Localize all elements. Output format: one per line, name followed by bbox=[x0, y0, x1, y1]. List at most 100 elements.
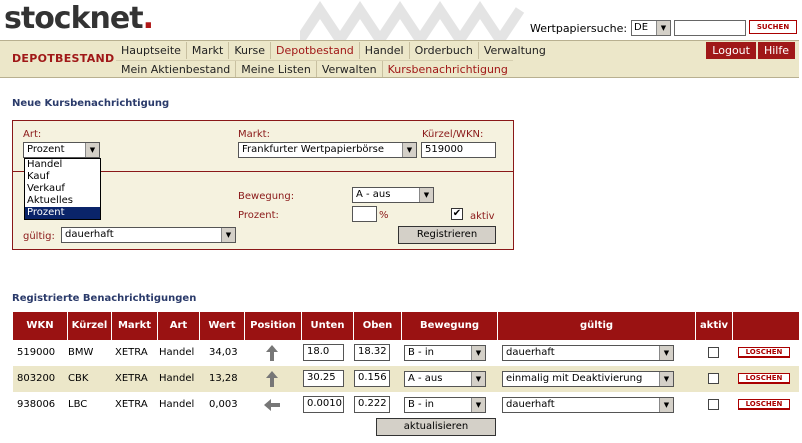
wkn-label: Kürzel/WKN: bbox=[422, 129, 484, 140]
art-option[interactable]: Verkauf bbox=[25, 183, 100, 195]
art-label: Art: bbox=[23, 129, 42, 140]
markt-label: Markt: bbox=[238, 129, 270, 140]
oben-input[interactable]: 0.222 bbox=[354, 396, 390, 413]
nav-secondary: Mein Aktienbestand Meine Listen Verwalten K… bbox=[116, 60, 513, 77]
subnav-item-kursbenachrichtigung[interactable]: Kursbenachrichtigung bbox=[381, 61, 513, 77]
unten-input[interactable]: 0.0010 bbox=[303, 396, 344, 413]
markt-cell: XETRA bbox=[115, 347, 148, 358]
column-header: Oben bbox=[354, 312, 402, 340]
column-header: Markt bbox=[112, 312, 158, 340]
bewegung-select[interactable]: A - aus ▼ bbox=[352, 187, 434, 203]
search-button[interactable]: SUCHEN bbox=[749, 20, 797, 34]
aktiv-row-checkbox[interactable] bbox=[708, 399, 719, 410]
wkn-cell: 519000 bbox=[17, 347, 56, 358]
kuerzel-cell: BMW bbox=[68, 347, 94, 358]
main-navbar: DEPOTBESTAND Hauptseite Markt Kurse Depotbe… bbox=[0, 40, 799, 78]
prozent-input[interactable] bbox=[352, 206, 377, 222]
watermark-decoration bbox=[300, 0, 525, 40]
aktiv-label: aktiv bbox=[470, 211, 495, 222]
column-header: WKN bbox=[13, 312, 68, 340]
nav-item-verwaltung[interactable]: Verwaltung bbox=[477, 42, 551, 59]
wkn-cell: 938006 bbox=[17, 399, 56, 410]
chevron-down-icon: ▼ bbox=[471, 398, 485, 412]
column-header: Art bbox=[158, 312, 200, 340]
aktiv-row-checkbox[interactable] bbox=[708, 347, 719, 358]
aktiv-checkbox[interactable]: ✔ bbox=[451, 208, 463, 220]
art-option[interactable]: Aktuelles bbox=[25, 195, 100, 207]
art-cell: Handel bbox=[159, 347, 195, 358]
art-option[interactable]: Prozent bbox=[25, 207, 100, 219]
delete-button[interactable]: LÖSCHEN bbox=[738, 399, 790, 410]
oben-input[interactable]: 18.32 bbox=[354, 344, 390, 361]
form-title: Neue Kursbenachrichtigung bbox=[12, 98, 170, 109]
markt-cell: XETRA bbox=[115, 399, 148, 410]
wert-cell: 34,03 bbox=[209, 347, 238, 358]
delete-button[interactable]: LÖSCHEN bbox=[738, 347, 790, 358]
wkn-input[interactable]: 519000 bbox=[421, 142, 496, 158]
column-header: Position bbox=[245, 312, 302, 340]
unten-input[interactable]: 18.0 bbox=[303, 344, 344, 361]
column-header: Wert bbox=[200, 312, 245, 340]
chevron-down-icon: ▼ bbox=[659, 398, 673, 412]
subnav-item-meine-listen[interactable]: Meine Listen bbox=[235, 61, 316, 77]
markt-select[interactable]: Frankfurter Wertpapierbörse ▼ bbox=[238, 142, 417, 158]
up-arrow-icon bbox=[263, 370, 281, 388]
gueltig-row-select[interactable]: einmalig mit Deaktivierung ▼ bbox=[502, 371, 674, 387]
gueltig-select[interactable]: dauerhaft ▼ bbox=[61, 227, 236, 243]
oben-input[interactable]: 0.156 bbox=[354, 370, 390, 387]
chevron-down-icon: ▼ bbox=[221, 228, 235, 242]
country-select[interactable]: DE ▼ bbox=[631, 20, 671, 36]
register-button[interactable]: Registrieren bbox=[398, 226, 496, 244]
nav-item-depotbestand[interactable]: Depotbestand bbox=[270, 42, 359, 59]
gueltig-label: gültig: bbox=[23, 231, 55, 242]
art-cell: Handel bbox=[159, 373, 195, 384]
stocknet-logo[interactable]: stocknet. bbox=[4, 2, 154, 36]
column-header: Unten bbox=[302, 312, 354, 340]
markt-cell: XETRA bbox=[115, 373, 148, 384]
bewegung-row-select[interactable]: A - aus ▼ bbox=[404, 371, 486, 387]
aktiv-row-checkbox[interactable] bbox=[708, 373, 719, 384]
art-option[interactable]: Kauf bbox=[25, 171, 100, 183]
refresh-button[interactable]: aktualisieren bbox=[376, 418, 496, 436]
search-label: Wertpapiersuche: bbox=[530, 22, 628, 35]
bewegung-row-select[interactable]: B - in ▼ bbox=[404, 397, 486, 413]
logout-button[interactable]: Logout bbox=[706, 42, 756, 59]
gueltig-row-select[interactable]: dauerhaft ▼ bbox=[502, 397, 674, 413]
bewegung-label: Bewegung: bbox=[238, 191, 295, 202]
subnav-item-mein-aktienbestand[interactable]: Mein Aktienbestand bbox=[116, 61, 235, 77]
chevron-down-icon: ▼ bbox=[85, 143, 99, 157]
search-input[interactable] bbox=[674, 20, 746, 36]
wert-cell: 13,28 bbox=[209, 373, 238, 384]
art-cell: Handel bbox=[159, 399, 195, 410]
nav-item-markt[interactable]: Markt bbox=[185, 42, 228, 59]
column-header: Kürzel bbox=[68, 312, 112, 340]
prozent-label: Prozent: bbox=[238, 210, 279, 221]
column-header: gültig bbox=[498, 312, 696, 340]
gueltig-row-select[interactable]: dauerhaft ▼ bbox=[502, 345, 674, 361]
table-title: Registrierte Benachrichtigungen bbox=[12, 293, 197, 304]
column-header: Bewegung bbox=[402, 312, 498, 340]
chevron-down-icon: ▼ bbox=[402, 143, 416, 157]
subnav-item-verwalten[interactable]: Verwalten bbox=[315, 61, 382, 77]
nav-section-title: DEPOTBESTAND bbox=[12, 52, 115, 65]
kuerzel-cell: LBC bbox=[68, 399, 88, 410]
nav-item-handel[interactable]: Handel bbox=[358, 42, 409, 59]
help-button[interactable]: Hilfe bbox=[757, 42, 795, 59]
wert-cell: 0,003 bbox=[209, 399, 238, 410]
column-header: aktiv bbox=[696, 312, 733, 340]
bewegung-row-select[interactable]: B - in ▼ bbox=[404, 345, 486, 361]
chevron-down-icon: ▼ bbox=[659, 372, 673, 386]
wkn-cell: 803200 bbox=[17, 373, 56, 384]
unten-input[interactable]: 30.25 bbox=[303, 370, 344, 387]
art-select[interactable]: Prozent ▼ bbox=[23, 142, 100, 158]
nav-item-hauptseite[interactable]: Hauptseite bbox=[116, 42, 186, 59]
art-dropdown-list[interactable]: Handel Kauf Verkauf Aktuelles Prozent bbox=[24, 158, 101, 220]
percent-sign: % bbox=[379, 210, 389, 221]
delete-button[interactable]: LÖSCHEN bbox=[738, 373, 790, 384]
nav-item-orderbuch[interactable]: Orderbuch bbox=[408, 42, 478, 59]
nav-item-kurse[interactable]: Kurse bbox=[228, 42, 270, 59]
nav-primary: Hauptseite Markt Kurse Depotbestand Handel Or… bbox=[116, 42, 551, 59]
chevron-down-icon: ▼ bbox=[659, 346, 673, 360]
art-option[interactable]: Handel bbox=[25, 159, 100, 171]
kuerzel-cell: CBK bbox=[68, 373, 89, 384]
